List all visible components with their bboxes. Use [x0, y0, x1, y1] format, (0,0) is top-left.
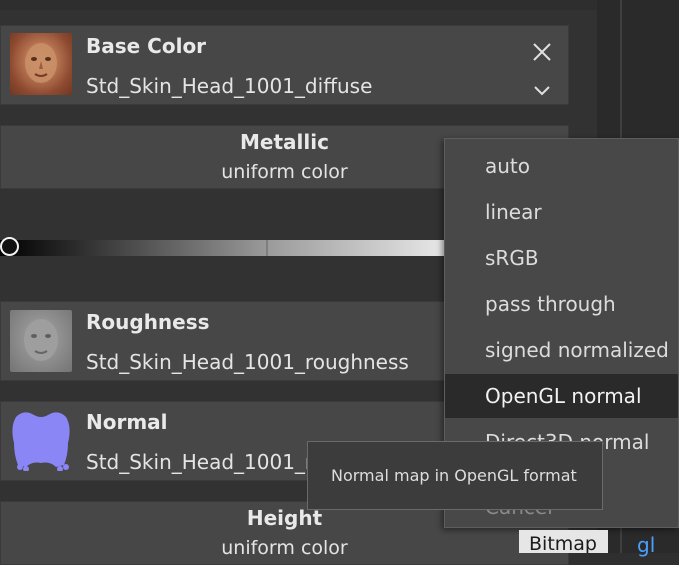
roughness-title: Roughness [86, 310, 210, 334]
slider-tick [266, 240, 268, 256]
roughness-file: Std_Skin_Head_1001_roughness [86, 350, 409, 374]
menu-item-opengl-normal[interactable]: OpenGL normal [445, 374, 678, 418]
roughness-thumbnail [10, 310, 72, 372]
metallic-slider-track[interactable] [0, 240, 445, 256]
base-color-file: Std_Skin_Head_1001_diffuse [86, 74, 373, 98]
menu-item-pass-through[interactable]: pass through [445, 282, 678, 326]
base-color-slot[interactable]: Base Color Std_Skin_Head_1001_diffuse [0, 25, 569, 105]
tab-gl[interactable]: gl [637, 530, 655, 560]
menu-item-signed-normalized[interactable]: signed normalized [445, 328, 678, 372]
tab-bitmap[interactable]: Bitmap [519, 530, 608, 553]
normal-title: Normal [86, 410, 168, 434]
height-mode: uniform color [221, 537, 348, 559]
top-divider [0, 0, 597, 10]
close-icon[interactable] [532, 42, 552, 66]
menu-item-linear[interactable]: linear [445, 190, 678, 234]
chevron-down-icon[interactable] [533, 82, 551, 101]
normal-thumbnail [10, 409, 72, 471]
base-color-title: Base Color [86, 34, 207, 58]
tooltip: Normal map in OpenGL format [307, 441, 603, 510]
metallic-slider-handle[interactable] [0, 237, 19, 256]
menu-item-srgb[interactable]: sRGB [445, 236, 678, 280]
menu-item-auto[interactable]: auto [445, 144, 678, 188]
base-color-thumbnail [10, 33, 72, 95]
